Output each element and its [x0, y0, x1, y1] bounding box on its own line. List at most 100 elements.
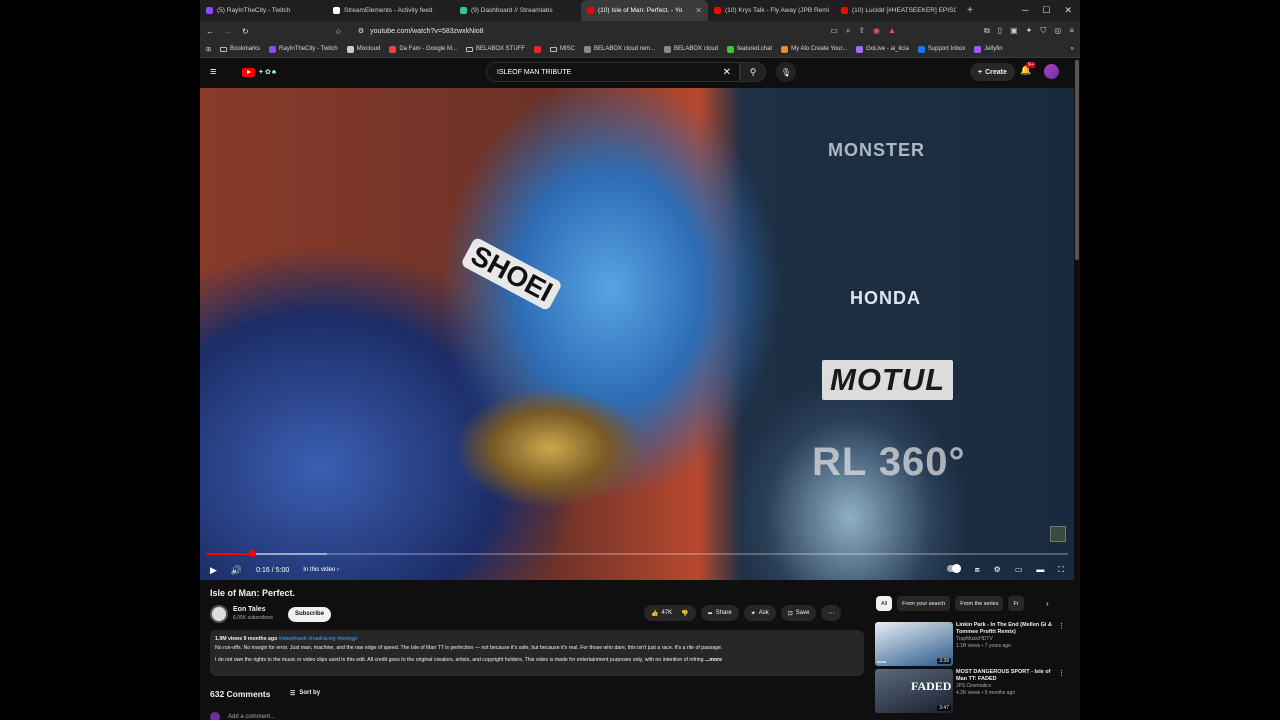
browser-tab-active[interactable]: (10) Isle of Man: Perfect. - Yo ✕	[581, 0, 708, 21]
site-info-icon[interactable]: ⚙	[358, 27, 364, 35]
account-avatar[interactable]	[1044, 64, 1059, 79]
more-actions-button[interactable]: ⋯	[821, 605, 842, 621]
captions-icon[interactable]: ⧈	[975, 565, 980, 575]
clear-search-icon[interactable]: ✕	[723, 67, 731, 78]
channel-watermark[interactable]	[1050, 526, 1066, 542]
browser-tab[interactable]: (10) Krys Talk - Fly Away (JPB Remix)	[708, 0, 835, 21]
more-vertical-icon[interactable]: ⋮	[1058, 669, 1065, 677]
hamburger-menu-icon[interactable]: ≡	[210, 66, 230, 78]
in-this-video-label: In this video	[303, 567, 336, 573]
extension-icon[interactable]: ▣	[1010, 26, 1018, 36]
chip-more[interactable]: Fr	[1008, 596, 1024, 611]
bookmark-folder[interactable]: BELABOX STUFF	[466, 46, 525, 52]
recommended-video[interactable]: vevo 3:39 Linkin Park - In The End (Mell…	[875, 622, 1065, 666]
save-button[interactable]: ⊡ Save	[780, 605, 817, 621]
search-button[interactable]: ⚲	[740, 62, 766, 82]
zoom-icon[interactable]: ⌕	[846, 26, 850, 36]
extension-icon[interactable]: ⧉	[984, 26, 990, 36]
hashtags[interactable]: #isleofmantt #roadracing #motogp	[279, 636, 357, 642]
like-button[interactable]: 👍 47K 👎	[644, 605, 696, 621]
bookmark-item[interactable]: Support Inbox	[917, 45, 965, 53]
maximize-icon[interactable]: ☐	[1042, 5, 1050, 16]
page-scrollbar[interactable]	[1075, 60, 1079, 260]
cast-icon[interactable]: ▭	[830, 26, 838, 36]
create-button[interactable]: + Create	[970, 63, 1015, 81]
browser-tab[interactable]: (9) Dashboard // Streamlabs	[454, 0, 581, 21]
scrubber-handle[interactable]	[248, 550, 256, 557]
bookmark-item[interactable]	[534, 45, 542, 53]
fullscreen-icon[interactable]: ⛶	[1058, 565, 1064, 575]
browser-menu-icon[interactable]: ≡	[1069, 26, 1074, 36]
video-thumbnail[interactable]: vevo 3:39	[875, 622, 953, 666]
video-player[interactable]: MONSTER HONDA MOTUL RL 360° SHOEI ▶ 🔊 0:…	[200, 88, 1074, 580]
video-thumbnail[interactable]: FADED 3:47	[875, 669, 953, 713]
chip-from-the-series[interactable]: From the series	[955, 596, 1004, 611]
reload-icon[interactable]: ↻	[242, 27, 249, 36]
theater-mode-icon[interactable]: ▬	[1036, 565, 1044, 575]
forward-icon[interactable]: →	[224, 27, 232, 36]
new-tab-icon[interactable]: +	[962, 5, 978, 16]
bookmark-item[interactable]: RayInTheCity - Twitch	[269, 45, 338, 53]
autoplay-toggle[interactable]	[946, 564, 961, 573]
notifications-button[interactable]: 🔔 9+	[1020, 62, 1036, 76]
settings-gear-icon[interactable]: ⚙	[994, 565, 1001, 575]
play-icon[interactable]: ▶	[210, 565, 217, 576]
share-button[interactable]: ➦ Share	[700, 605, 739, 621]
bookmark-folder[interactable]: Bookmarks	[220, 46, 260, 52]
bookmark-folder[interactable]: MISC	[550, 46, 575, 52]
video-title[interactable]: Linkin Park - In The End (Mellen Gi & To…	[956, 622, 1056, 636]
browser-tab[interactable]: (5) RayInTheCity - Twitch	[200, 0, 327, 21]
voice-search-button[interactable]: 🎙	[776, 62, 796, 82]
youtube-logo[interactable]: ✦✿♣	[242, 67, 277, 77]
browser-tab[interactable]: (10) Lucidd [#HEATSEEKER] EPISODE	[835, 0, 962, 21]
search-input[interactable]: ISLEOF MAN TRIBUTE ✕	[486, 62, 740, 82]
volume-icon[interactable]: 🔊	[231, 565, 242, 576]
video-title[interactable]: MOST DANGEROUS SPORT - Isle of Man TT: F…	[956, 669, 1056, 683]
miniplayer-icon[interactable]: ▭	[1015, 565, 1023, 575]
ask-button[interactable]: ✦ Ask	[743, 605, 776, 621]
minimize-icon[interactable]: ─	[1022, 5, 1028, 16]
sort-comments-button[interactable]: ☰ Sort by	[290, 690, 320, 697]
show-more-link[interactable]: ...more	[705, 657, 722, 663]
channel-name[interactable]: TrapMusicHDTV	[956, 636, 1056, 643]
channel-avatar[interactable]	[210, 605, 228, 623]
chevron-right-icon[interactable]: ›	[1046, 599, 1049, 608]
shield-icon[interactable]: ⛉	[1040, 26, 1046, 36]
browser-window: (5) RayInTheCity - Twitch StreamElements…	[200, 0, 1080, 720]
chip-all[interactable]: All	[876, 596, 893, 611]
channel-name[interactable]: JPS Cinematics	[956, 683, 1056, 690]
back-icon[interactable]: ←	[206, 27, 214, 36]
facebook-favicon-icon	[917, 45, 925, 53]
bookmark-item[interactable]: BELABOX cloud rem...	[584, 45, 655, 53]
profile-icon[interactable]: ◎	[1054, 26, 1061, 36]
bookmark-star-icon[interactable]: ☆	[335, 27, 342, 36]
more-bookmarks-icon[interactable]: »	[1071, 46, 1074, 52]
more-vertical-icon[interactable]: ⋮	[1058, 622, 1065, 630]
channel-name[interactable]: Eon Tales	[233, 606, 273, 614]
add-comment-field[interactable]: Add a comment...	[210, 712, 275, 720]
extension-icon[interactable]: ◉	[873, 26, 880, 36]
bookmark-item[interactable]: BELABOX cloud	[664, 45, 718, 53]
in-this-video-button[interactable]: In this video ›	[303, 567, 339, 573]
puzzle-icon[interactable]: ✦	[1026, 26, 1033, 36]
bookmark-item[interactable]: GoLive - ai_licia	[856, 45, 909, 53]
bookmark-item[interactable]: Mixcloud	[346, 45, 380, 53]
url-field[interactable]: ⚙ youtube.com/watch?v=583zwxkNio8	[352, 23, 820, 39]
share-page-icon[interactable]: ⇪	[858, 26, 865, 36]
extension-icon[interactable]: ▲	[888, 26, 896, 36]
browser-tab[interactable]: StreamElements - Activity feed	[327, 0, 454, 21]
bookmark-item[interactable]: Jellyfin	[974, 45, 1003, 53]
thumbs-down-icon[interactable]: 👎	[681, 610, 688, 617]
bookmark-item[interactable]: featured.chat	[727, 45, 772, 53]
subscribe-button[interactable]: Subscribe	[288, 606, 332, 622]
bookmark-item[interactable]: Da Fam - Google M...	[389, 45, 457, 53]
extension-icon[interactable]: ▯	[998, 26, 1002, 36]
progress-bar[interactable]	[206, 550, 1068, 557]
description-box[interactable]: 1.9M views 9 months ago #isleofmantt #ro…	[210, 630, 864, 676]
apps-icon[interactable]: ⊞	[206, 46, 211, 53]
chip-from-your-search[interactable]: From your search	[897, 596, 951, 611]
close-window-icon[interactable]: ✕	[1064, 5, 1072, 16]
bookmark-item[interactable]: My Alo Create Your...	[781, 45, 847, 53]
recommended-video[interactable]: FADED 3:47 MOST DANGEROUS SPORT - Isle o…	[875, 669, 1065, 713]
close-tab-icon[interactable]: ✕	[695, 6, 702, 15]
